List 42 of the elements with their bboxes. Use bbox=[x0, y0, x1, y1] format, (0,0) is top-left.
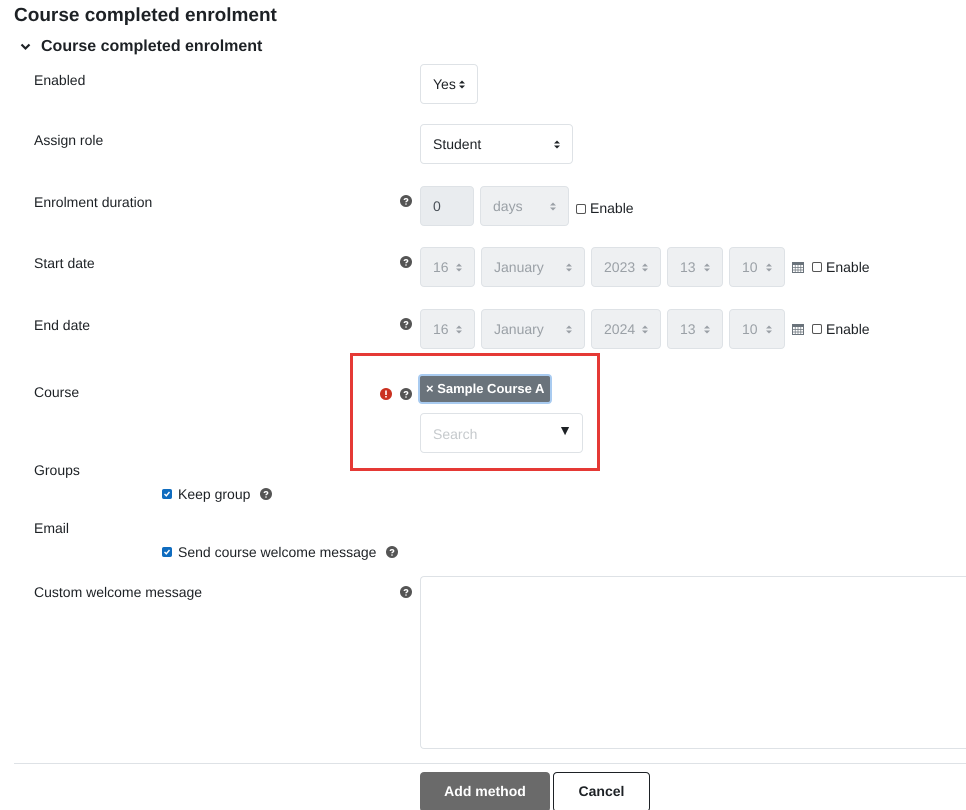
calendar-icon[interactable] bbox=[792, 261, 804, 273]
dropdown-arrow[interactable]: ▼ bbox=[558, 414, 572, 440]
select-field[interactable]: Student bbox=[420, 124, 573, 164]
checkbox[interactable] bbox=[162, 489, 172, 499]
cancel-button[interactable]: Cancel bbox=[553, 772, 650, 810]
sort-icon bbox=[566, 262, 572, 272]
sort-icon bbox=[456, 262, 462, 272]
field-label: Custom welcome message bbox=[34, 582, 204, 602]
course-tag[interactable]: × Sample Course A bbox=[420, 376, 550, 402]
calendar-icon[interactable] bbox=[792, 323, 804, 335]
field-label: Enrolment duration bbox=[34, 193, 154, 212]
help-icon[interactable] bbox=[400, 586, 412, 598]
sort-icon bbox=[704, 324, 710, 334]
sort-icon bbox=[566, 324, 572, 334]
page-title: Course completed enrolment bbox=[14, 4, 278, 28]
section-title[interactable]: Course completed enrolment bbox=[41, 35, 262, 59]
sort-icon bbox=[766, 324, 772, 334]
help-icon[interactable] bbox=[260, 488, 272, 500]
sort-icon bbox=[554, 140, 560, 148]
help-icon[interactable] bbox=[386, 546, 398, 558]
field-label: Course bbox=[34, 383, 80, 402]
field-label: Enabled bbox=[34, 71, 86, 90]
sort-icon bbox=[642, 262, 648, 272]
help-icon[interactable] bbox=[400, 388, 412, 400]
sort-icon bbox=[766, 262, 772, 272]
select-field[interactable]: Yes bbox=[420, 64, 478, 104]
sort-icon bbox=[550, 202, 556, 210]
field-label: Email bbox=[34, 518, 70, 538]
sort-icon bbox=[459, 80, 465, 88]
search-field[interactable]: Search ▼ bbox=[420, 412, 583, 452]
field-label: Start date bbox=[34, 254, 96, 273]
sort-icon bbox=[704, 262, 710, 272]
checkbox[interactable] bbox=[162, 547, 172, 557]
sort-icon bbox=[456, 324, 462, 334]
chevron-icon[interactable] bbox=[20, 43, 31, 51]
checkbox-label[interactable]: Keep group bbox=[178, 484, 250, 504]
field-label: End date bbox=[34, 316, 92, 335]
submit-button[interactable]: Add method bbox=[420, 772, 550, 810]
field-label: Groups bbox=[34, 460, 81, 480]
field-label: Assign role bbox=[34, 131, 104, 150]
checkbox-label[interactable]: Send course welcome message bbox=[178, 542, 376, 562]
sort-icon bbox=[642, 324, 648, 334]
